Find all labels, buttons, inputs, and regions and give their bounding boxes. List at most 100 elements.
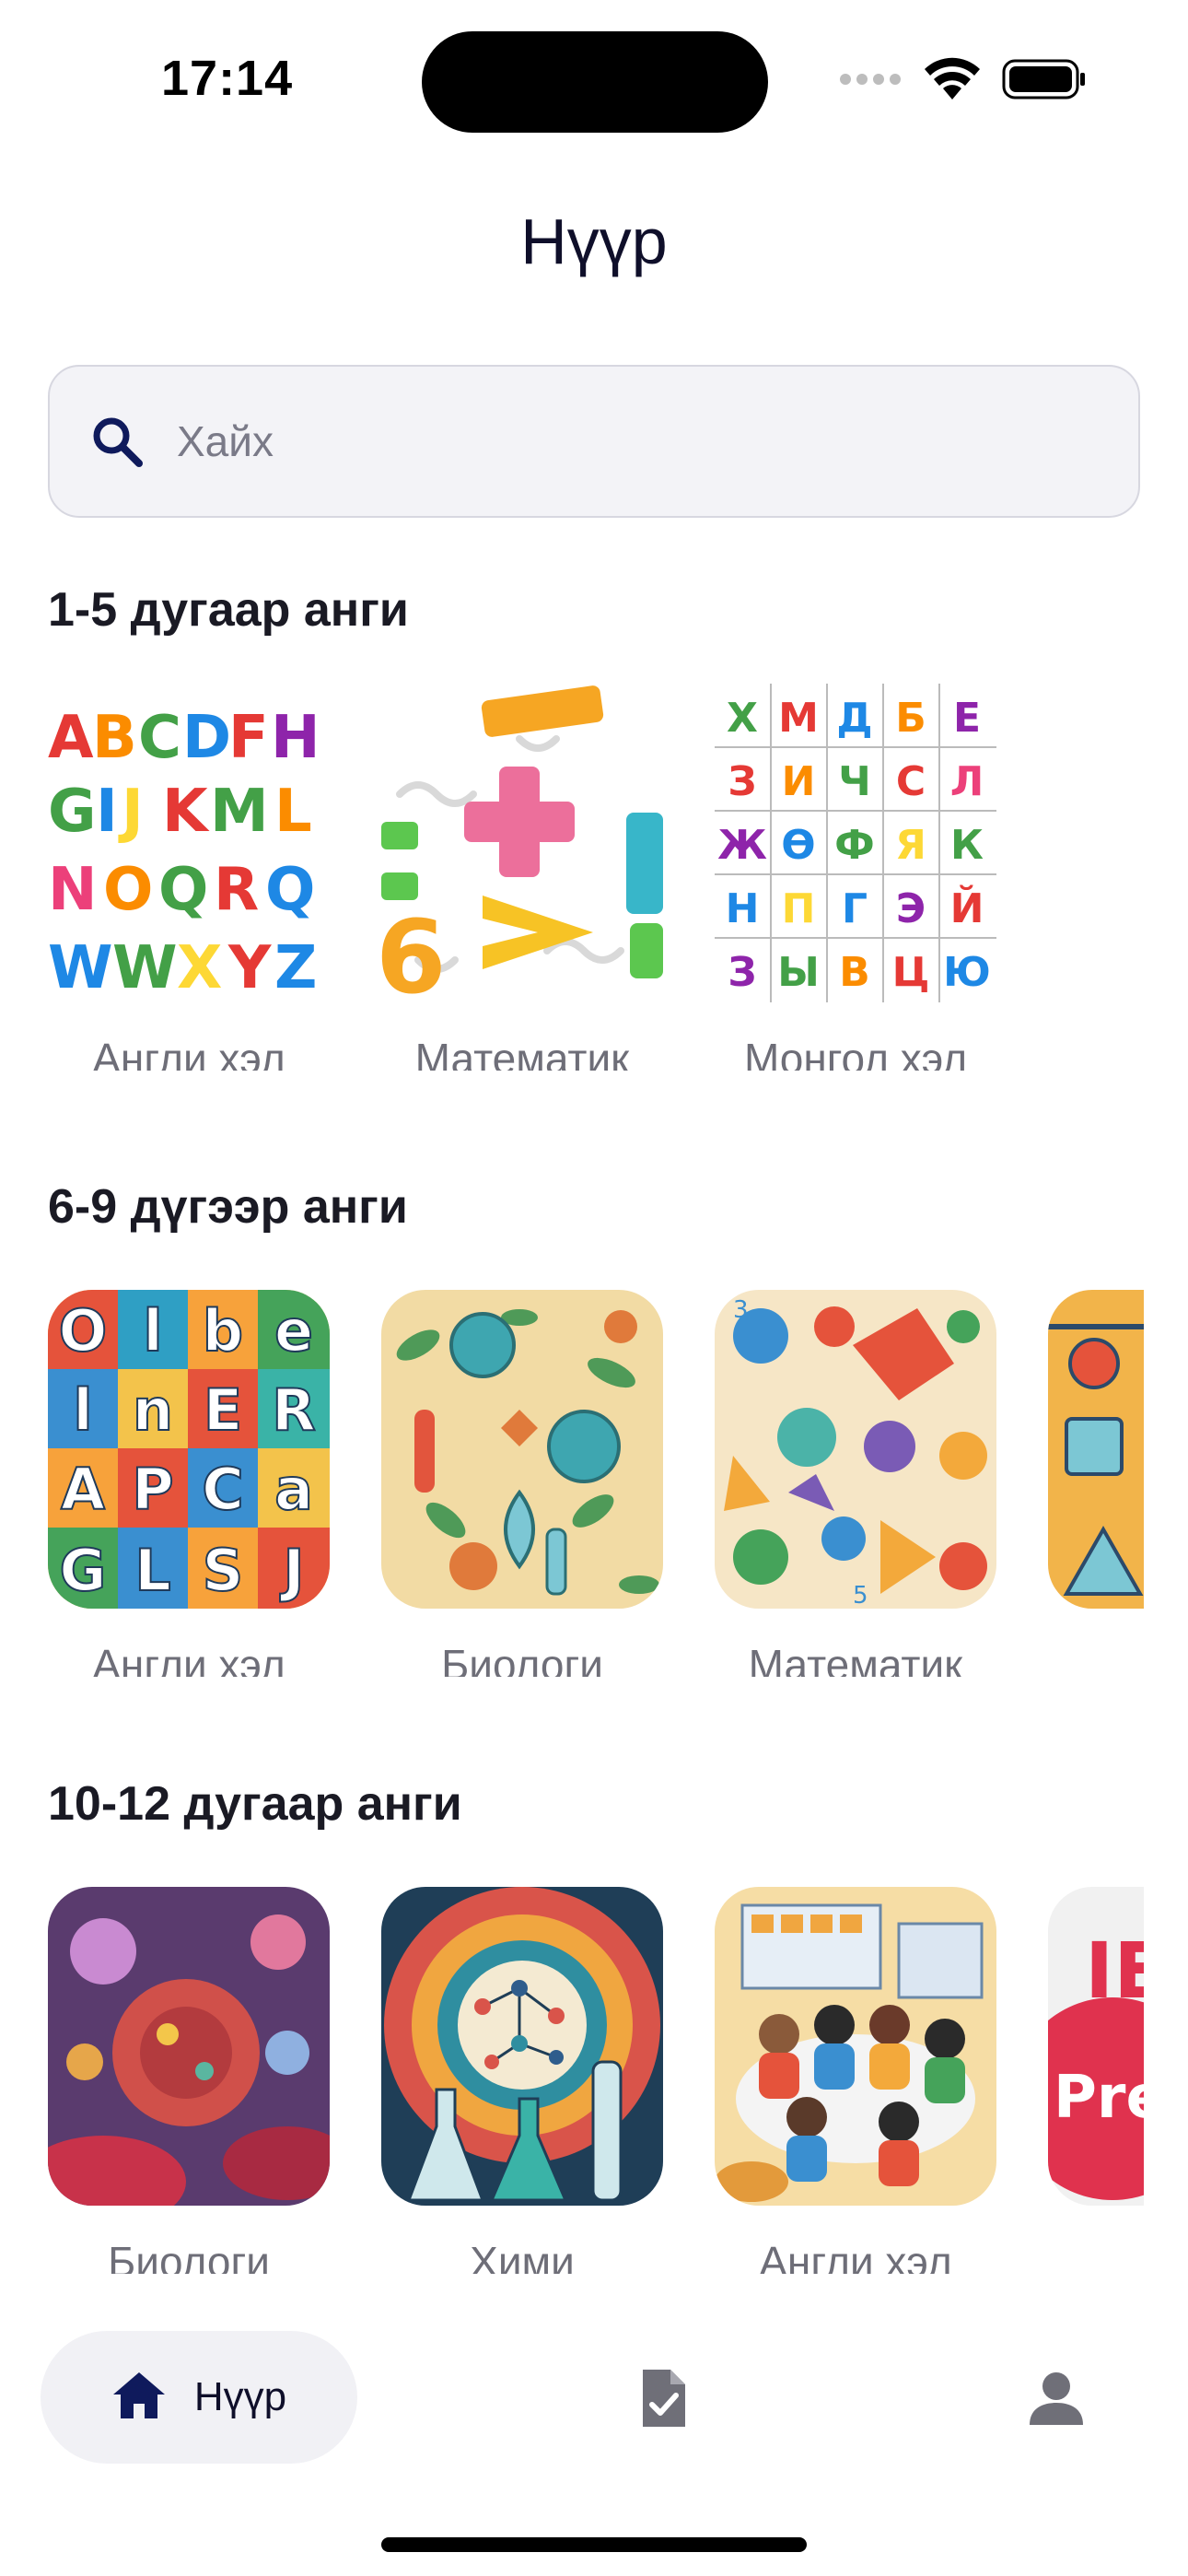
course-label: Англи хэл [759,2238,952,2274]
course-label: Х [1011,1640,1144,1677]
course-label: Биологи [441,1641,603,1677]
home-indicator [381,2537,807,2552]
course-thumbnail: ABCDFH GIJKML NOQRQ WWXYZ [48,684,330,1002]
tab-tests[interactable] [632,2366,696,2430]
course-card-chemistry[interactable]: Х [1048,1290,1144,1609]
course-card-english[interactable]: ABCDFH GIJKML NOQRQ WWXYZ Англи хэл [48,684,330,1071]
svg-text:З: З [728,949,756,996]
svg-text:Н: Н [726,885,760,932]
svg-text:Г: Г [842,885,868,932]
course-label: Англи хэл [92,1641,285,1677]
svg-text:E: E [204,1376,242,1444]
course-label: Монгол хэл [743,1035,968,1071]
test-checklist-icon [632,2370,696,2434]
course-carousel[interactable]: Olbe lnER APCa GLSJ Англи хэл Биологи 3 … [48,1290,1144,1677]
course-label: Математик [748,1641,963,1677]
status-icons [838,57,1087,106]
tab-profile[interactable] [1024,2366,1089,2430]
svg-text:B: B [92,704,137,772]
page-title: Нүүр [520,205,668,277]
course-label: Хими [470,2238,575,2274]
svg-text:Ы: Ы [777,949,820,996]
svg-text:L: L [274,778,312,846]
section-title: 1-5 дугаар анги [48,583,409,637]
svg-text:l: l [73,1376,92,1444]
course-thumbnail [381,1887,663,2206]
status-time: 17:14 [161,51,294,106]
svg-text:K: K [162,778,210,846]
home-screen: 17:14 Нүүр Хайх 1-5 дугаар анги A B C D … [0,0,1188,2576]
search-bar[interactable] [48,365,1140,518]
course-thumbnail [48,1887,330,2206]
svg-text:Q: Q [265,856,315,924]
svg-text:n: n [133,1376,173,1444]
svg-text:Ө: Ө [781,822,815,869]
course-card-ielts-prep[interactable]: IE Prep I [1048,1887,1144,2206]
svg-text:К: К [950,822,984,869]
status-bar: 17:14 [0,0,1188,157]
svg-text:L: L [134,1537,171,1604]
svg-text:M: M [210,778,269,846]
svg-text:S: S [203,1537,244,1604]
svg-text:Д: Д [836,695,872,742]
course-card-mongolian[interactable]: ХМДБЕ ЗИЧСЛ ЖӨФЯК НПГЭЙ ЗЫВЦЮ Монгол хэл [715,684,996,1071]
svg-text:H: H [271,704,320,772]
svg-text:J: J [279,1537,304,1604]
course-card-biology[interactable]: Биологи [48,1887,330,2274]
svg-text:Й: Й [950,884,984,932]
svg-text:М: М [778,695,819,742]
wifi-icon [923,57,982,106]
svg-text:A: A [61,1456,105,1523]
course-carousel[interactable]: ABCDFH GIJKML NOQRQ WWXYZ Англи хэл 6 Ма… [48,684,1144,1071]
svg-text:В: В [839,949,870,996]
svg-text:W: W [112,934,178,1002]
svg-text:I: I [96,778,118,846]
course-card-math[interactable]: 3 5 Математик [715,1290,996,1677]
svg-text:l: l [143,1297,162,1364]
tab-home[interactable]: Нүүр [41,2331,357,2464]
course-card-math[interactable]: 6 Математик [381,684,663,1071]
svg-text:X: X [177,934,222,1002]
svg-text:Е: Е [953,695,981,742]
prep-logo-text: Prep [1054,2064,1144,2132]
svg-text:Л: Л [950,758,984,805]
course-card-biology[interactable]: Биологи [381,1290,663,1677]
svg-text:Q: Q [158,856,208,924]
svg-text:З: З [728,758,756,805]
svg-text:N: N [48,856,98,924]
course-thumbnail: Olbe lnER APCa GLSJ [48,1290,330,1609]
bottom-tab-bar: Нүүр [0,2331,1188,2469]
svg-text:D: D [182,704,231,772]
svg-text:Ф: Ф [834,822,875,869]
svg-text:C: C [202,1456,244,1523]
svg-text:3: 3 [733,1296,749,1324]
course-thumbnail: ХМДБЕ ЗИЧСЛ ЖӨФЯК НПГЭЙ ЗЫВЦЮ [715,684,996,1002]
course-card-english[interactable]: Olbe lnER APCa GLSJ Англи хэл [48,1290,330,1677]
svg-text:Я: Я [895,822,926,869]
svg-text:Ч: Ч [838,758,871,805]
svg-text:Б: Б [895,695,926,742]
svg-text:W: W [48,934,113,1002]
course-carousel[interactable]: Биологи Хими Англи хэл IE Pr [48,1887,1144,2274]
course-thumbnail [715,1887,996,2206]
svg-text:П: П [782,885,816,932]
course-card-english[interactable]: Англи хэл [715,1887,996,2274]
course-thumbnail: 3 5 [715,1290,996,1609]
svg-text:С: С [896,758,926,805]
dynamic-island [422,31,768,133]
course-thumbnail: 6 [381,684,663,1002]
svg-text:5: 5 [853,1582,868,1609]
svg-text:R: R [214,856,259,924]
search-input[interactable] [177,416,1006,466]
svg-text:Ц: Ц [892,949,930,996]
course-card-chemistry[interactable]: Хими [381,1887,663,2274]
svg-text:G: G [60,1537,107,1604]
svg-text:P: P [132,1456,173,1523]
svg-text:Z: Z [274,934,317,1002]
svg-text:F: F [228,704,269,772]
svg-text:R: R [272,1376,316,1444]
svg-text:Ю: Ю [943,949,991,996]
svg-text:A: A [48,704,94,772]
section-title: 10-12 дугаар анги [48,1777,462,1831]
svg-text:C: C [138,704,181,772]
